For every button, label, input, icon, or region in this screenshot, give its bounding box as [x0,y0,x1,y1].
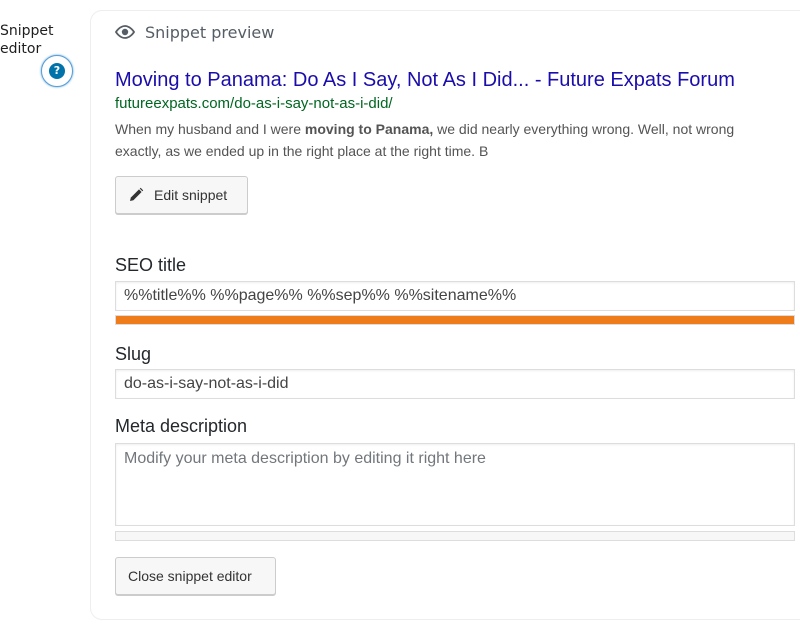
seo-title-label: SEO title [115,255,187,275]
slug-label: Slug [115,344,152,364]
snippet-editor-panel: Snippet preview Moving to Panama: Do As … [90,10,800,620]
edit-snippet-label: Edit snippet [154,187,228,203]
serp-title-link[interactable]: Moving to Panama: Do As I Say, Not As I … [115,69,735,92]
snippet-preview-header: Snippet preview [115,21,274,43]
help-button[interactable]: ? [41,55,73,87]
question-mark-icon: ? [49,63,65,79]
serp-description[interactable]: When my husband and I were moving to Pan… [115,118,800,162]
meta-description-textarea[interactable]: Modify your meta description by editing … [115,443,795,526]
serp-description-text-end: we did nearly everything wrong. Well, no… [433,121,735,137]
pencil-icon [130,187,144,201]
meta-description-progress-bar [115,531,795,541]
seo-title-input[interactable]: %%title%% %%page%% %%sep%% %%sitename%% [115,281,795,311]
serp-url[interactable]: futureexpats.com/do-as-i-say-not-as-i-di… [115,95,393,112]
seo-title-progress-fill [116,316,794,324]
serp-description-text-start: When my husband and I were [115,121,305,137]
serp-description-keyword: moving to Panama, [304,121,434,137]
close-snippet-editor-button[interactable]: Close snippet editor [115,557,276,595]
snippet-editor-label: Snippet editor [0,23,54,57]
edit-snippet-button[interactable]: Edit snippet [115,176,248,214]
seo-title-progress-bar [115,315,795,325]
eye-icon [115,25,135,39]
close-snippet-editor-label: Close snippet editor [128,568,252,584]
serp-description-line2: exactly, as we ended up in the right pla… [115,143,489,159]
slug-input[interactable]: do-as-i-say-not-as-i-did [115,369,795,399]
snippet-preview-title: Snippet preview [145,22,275,42]
meta-description-label: Meta description [115,416,248,436]
